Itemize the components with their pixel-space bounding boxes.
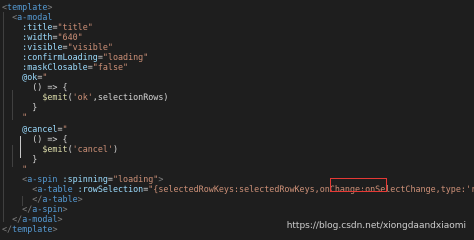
code-token: :title [22,22,53,32]
code-token: " [22,164,28,174]
code-line: " [2,164,27,175]
code-token: "loading" [112,174,159,184]
code-line: :maskClosable="false" [2,62,128,73]
code-line: </template> [2,224,57,235]
code-line: </a-table> [2,194,83,205]
code-token: > [158,174,164,184]
code-token: " [62,124,68,134]
code-token: " [22,112,28,122]
code-token: :visible [22,42,63,52]
code-line: :confirmLoading="loading" [2,52,148,63]
code-token: > [77,194,83,204]
code-line: } [2,102,37,113]
text-cursor [20,136,27,158]
code-line: () => { [2,82,68,93]
code-token: 'cancel' [72,144,113,154]
code-line: " [2,112,27,123]
code-token: ) [112,144,118,154]
code-line: <a-spin :spinning="loading"> [2,174,163,185]
code-line: $emit('ok',selectionRows) [2,92,168,103]
code-token: $emit [42,144,68,154]
code-editor[interactable]: <template> <a-modal :title="title" :widt… [0,0,474,236]
code-token: > [47,2,53,12]
code-token: > [52,224,58,234]
code-line: () => { [2,134,68,145]
code-line: :visible="visible" [2,42,113,53]
code-token: :maskClosable [22,62,88,72]
code-token: 'ok' [72,92,93,102]
code-line: </a-spin> [2,204,68,215]
code-token: " [42,72,48,82]
code-token: @ok [22,72,38,82]
code-line: <a-modal [2,12,52,23]
code-token: ,selectionRows) [92,92,169,102]
code-token: </ [12,214,23,224]
highlight-annotation-box [330,178,387,192]
code-token: a-spin [32,204,63,214]
code-line: <template> [2,2,52,13]
watermark: https://blog.csdn.net/xiongdaandxiaomi [286,220,466,231]
code-token: template [12,224,53,234]
code-token: @cancel [22,124,58,134]
code-line: </a-modal> [2,214,63,225]
code-token: :width [22,32,53,42]
code-line: :width="640" [2,32,83,43]
code-token: :rowSelection [77,184,144,194]
code-token: </ [2,224,13,234]
code-token: :confirmLoading [22,52,98,62]
code-token: </ [32,194,43,204]
code-token: a-table [42,194,78,204]
code-token: () => { [2,82,68,92]
code-line: <a-table :rowSelection="{selectedRowKeys… [2,184,474,195]
code-token: template [7,2,48,12]
code-token: </ [22,204,33,214]
code-token: $emit [42,92,68,102]
code-token: "false" [92,62,129,72]
code-token: "visible" [67,42,113,52]
code-token: } [2,102,38,112]
code-token: > [62,204,68,214]
code-token: a-spin [27,174,58,184]
code-token: "{selectedRowKeys:selectedRowKeys,onChan… [148,184,474,194]
code-line: @ok=" [2,72,47,83]
code-token: "loading" [102,52,149,62]
code-token: :spinning [62,174,108,184]
code-token: a-table [37,184,73,194]
code-line: :title="title" [2,22,93,33]
code-token: a-modal [17,12,53,22]
code-token: "title" [57,22,93,32]
code-token: > [57,214,63,224]
code-token: "640" [57,32,83,42]
code-line: @cancel=" [2,124,68,135]
code-token: () => { [2,134,68,144]
code-token: a-modal [22,214,58,224]
